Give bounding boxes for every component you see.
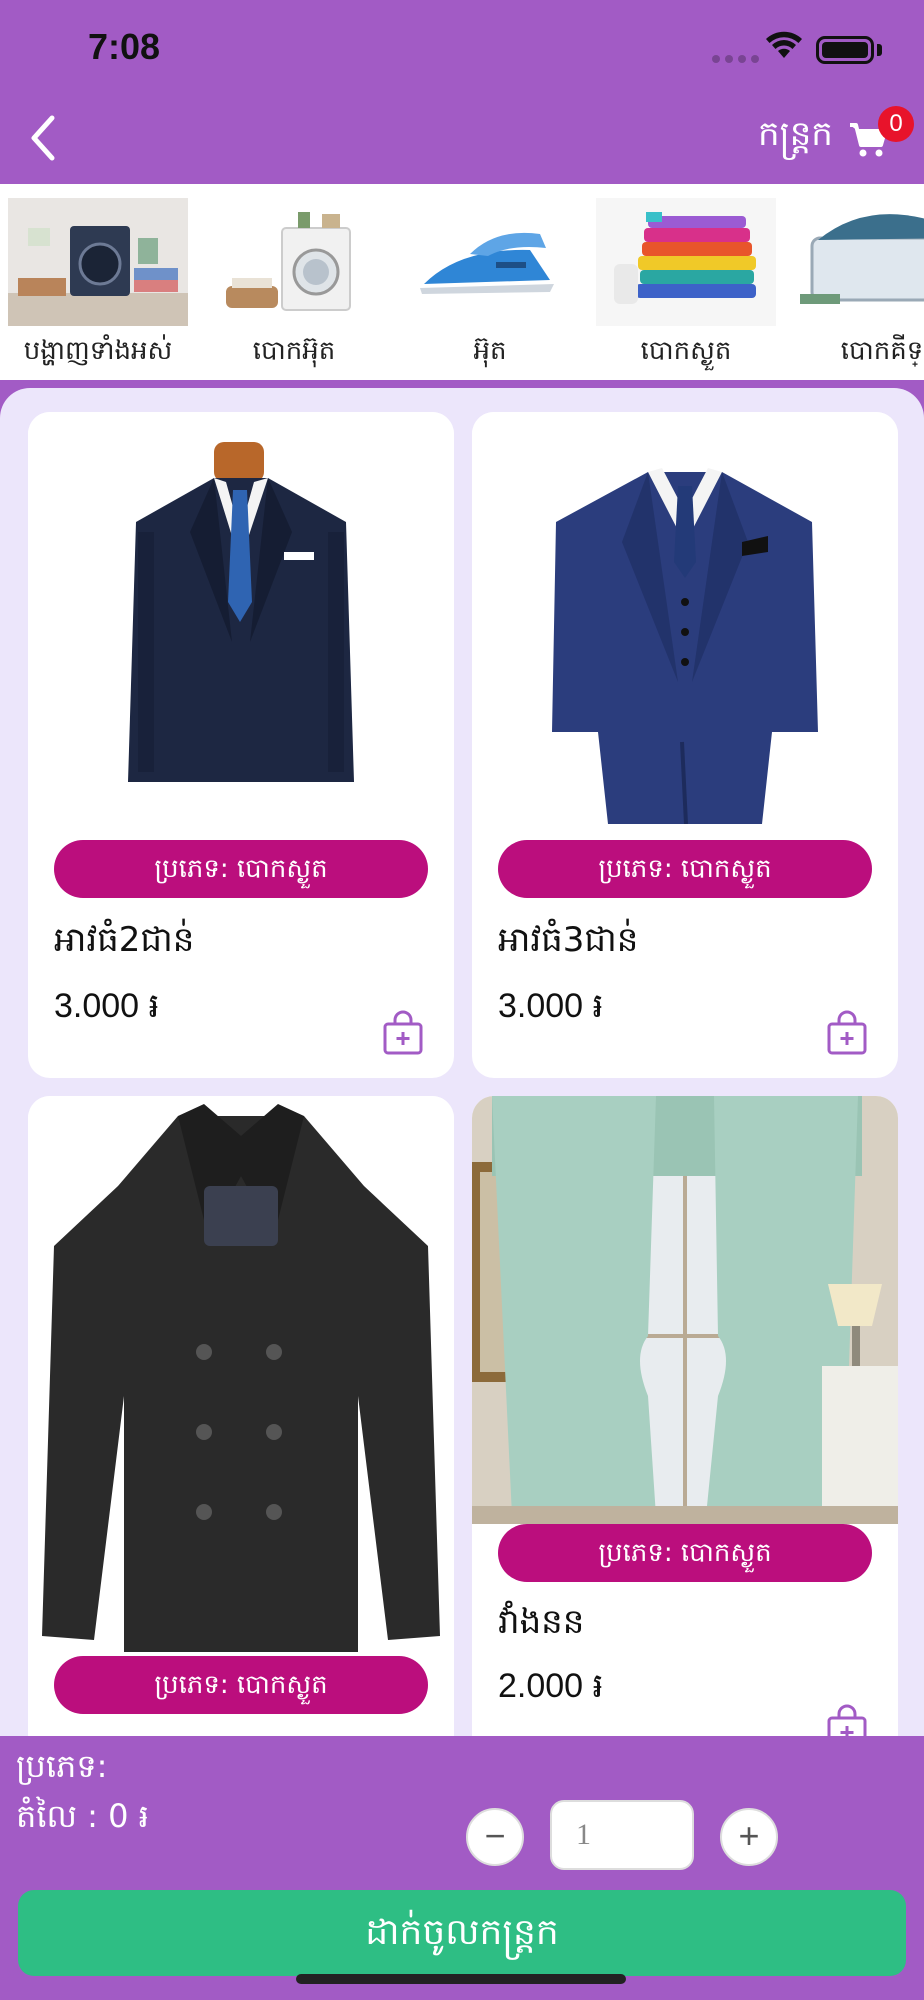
product-type-pill: ប្រភេទ: បោកស្ងួត	[54, 1656, 428, 1714]
wifi-icon	[766, 31, 802, 58]
washing-machine-image	[204, 198, 384, 326]
cart-count-badge: 0	[878, 106, 914, 142]
black-peacoat-image	[28, 1096, 454, 1652]
app-header: កន្ត្រក 0	[0, 100, 924, 184]
product-name: វាំងនន	[498, 1602, 585, 1642]
battery-icon	[816, 36, 874, 64]
quantity-input[interactable]: 1	[550, 1800, 694, 1870]
add-to-cart-button[interactable]: ដាក់ចូលកន្ត្រក	[18, 1890, 906, 1976]
navy-three-piece-suit-image	[472, 412, 898, 824]
selected-type-label: ប្រភេទ:	[16, 1747, 108, 1785]
selected-price-label: តំលៃ : 0 ៛	[16, 1797, 149, 1835]
add-to-cart-bag-icon[interactable]	[382, 1010, 424, 1056]
category-label: បោកស្ងួត	[640, 336, 732, 366]
category-item-iron[interactable]: អ៊ុត	[400, 198, 580, 372]
product-grid: ប្រភេទ: បោកស្ងួត អាវធំ2ជាន់ 3.000 ៛ ប្រភ…	[0, 388, 924, 1736]
add-to-cart-bag-icon[interactable]	[826, 1010, 868, 1056]
cart-label[interactable]: កន្ត្រក	[758, 112, 833, 162]
category-label: បង្ហាញទាំងអស់	[23, 336, 173, 366]
product-type-pill: ប្រភេទ: បោកស្ងួត	[498, 840, 872, 898]
category-label: អ៊ុត	[473, 336, 507, 366]
home-indicator	[296, 1974, 626, 1984]
app-screen: 7:08 កន្ត្រក 0 បង្ហាញទាំងអស់ បោកអ៊ុត អ៊ុ…	[0, 0, 924, 2000]
quantity-decrease-button[interactable]: −	[466, 1808, 524, 1866]
product-name: អាវធំ2ជាន់	[54, 920, 195, 960]
product-price: 3.000 ៛	[54, 987, 160, 1025]
product-type-pill: ប្រភេទ: បោកស្ងួត	[54, 840, 428, 898]
laundry-room-image	[8, 198, 188, 326]
product-type-pill: ប្រភេទ: បោកស្ងួត	[498, 1524, 872, 1582]
category-strip: បង្ហាញទាំងអស់ បោកអ៊ុត អ៊ុត បោកស្ងួត បោកគ…	[0, 184, 924, 380]
category-item-wash-kg[interactable]: បោកគីទ្	[792, 198, 924, 372]
cellular-signal-icon	[712, 55, 759, 63]
category-item-wash-iron[interactable]: បោកអ៊ុត	[204, 198, 384, 372]
status-bar: 7:08	[0, 0, 924, 100]
category-item-dry-clean[interactable]: បោកស្ងួត	[596, 198, 776, 372]
product-card[interactable]: ប្រភេទ: បោកស្ងួត អាវធំ2ជាន់ 3.000 ៛	[28, 412, 454, 1078]
back-arrow-icon[interactable]	[12, 108, 72, 168]
product-card[interactable]: ប្រភេទ: បោកស្ងួត	[28, 1096, 454, 1736]
product-name: អាវធំ3ជាន់	[498, 920, 639, 960]
green-curtain-image	[472, 1096, 898, 1524]
quantity-increase-button[interactable]: +	[720, 1808, 778, 1866]
product-price: 2.000 ៛	[498, 1667, 604, 1705]
product-card[interactable]: ប្រភេទ: បោកស្ងួត វាំងនន 2.000 ៛	[472, 1096, 898, 1736]
product-card[interactable]: ប្រភេទ: បោកស្ងួត អាវធំ3ជាន់ 3.000 ៛	[472, 412, 898, 1078]
navy-two-piece-suit-image	[28, 412, 454, 824]
category-item-all[interactable]: បង្ហាញទាំងអស់	[8, 198, 188, 372]
add-to-cart-bag-icon[interactable]	[826, 1704, 868, 1736]
category-label: បោកគីទ្	[840, 336, 924, 366]
laundry-basket-image	[792, 198, 924, 326]
iron-image	[400, 198, 580, 326]
category-label: បោកអ៊ុត	[252, 336, 336, 366]
product-price: 3.000 ៛	[498, 987, 604, 1025]
folded-clothes-image	[596, 198, 776, 326]
status-time: 7:08	[88, 26, 161, 67]
order-bottom-bar: ប្រភេទ: តំលៃ : 0 ៛ − 1 + ដាក់ចូលកន្ត្រក	[0, 1736, 924, 2000]
